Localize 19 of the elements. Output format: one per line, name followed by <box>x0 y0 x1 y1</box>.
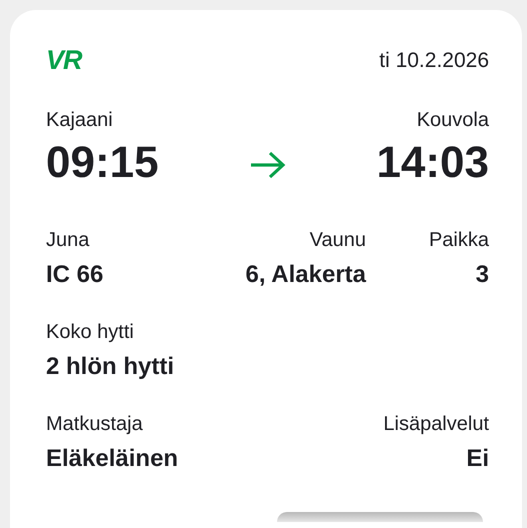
field-label: Matkustaja <box>46 412 143 436</box>
field-value: IC 66 <box>46 260 104 290</box>
field-value: Eläkeläinen <box>46 444 178 474</box>
field-value: 6, Alakerta <box>245 260 366 290</box>
field-label: Vaunu <box>310 228 366 252</box>
arrival-station: Kouvola <box>416 108 489 132</box>
field-label: Juna <box>46 228 90 252</box>
field-label: Koko hytti <box>46 320 134 344</box>
logo: VR <box>46 46 82 74</box>
arrow-icon <box>248 150 286 180</box>
field-label: Lisäpalvelut <box>383 412 489 436</box>
travel-date: ti 10.2.2026 <box>379 50 489 70</box>
field-value: 3 <box>476 260 489 290</box>
departure-time: 09:15 <box>46 138 159 188</box>
field-label: Paikka <box>428 228 489 252</box>
field-value: 2 hlön hytti <box>46 352 174 382</box>
arrival-time: 14:03 <box>376 138 489 188</box>
departure-station: Kajaani <box>46 108 113 132</box>
field-value: Ei <box>466 444 489 474</box>
